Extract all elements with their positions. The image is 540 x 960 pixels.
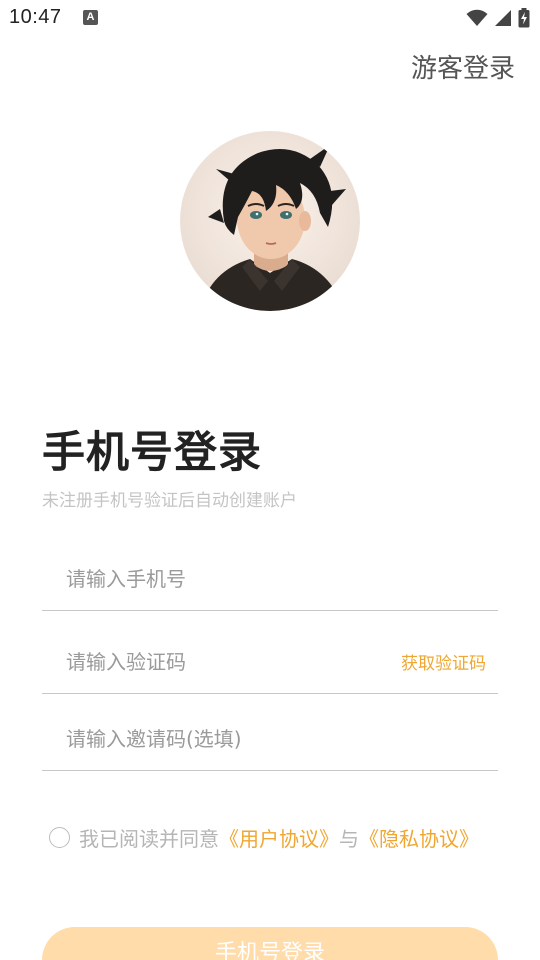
- avatar-illustration-icon: [180, 131, 360, 311]
- phone-field: [42, 550, 498, 611]
- notification-icon: A: [83, 10, 98, 25]
- battery-charging-icon: [518, 8, 530, 28]
- code-input[interactable]: [66, 633, 386, 691]
- page-title: 手机号登录: [42, 428, 262, 478]
- invite-field: [42, 710, 498, 771]
- agreement-prefix: 我已阅读并同意: [79, 827, 219, 851]
- page-subtitle: 未注册手机号验证后自动创建账户: [42, 491, 297, 511]
- invite-input[interactable]: [66, 710, 386, 768]
- user-agreement-link[interactable]: 《用户协议》: [219, 823, 339, 852]
- agreement-row: 我已阅读并同意 《用户协议》 与 《隐私协议》: [49, 823, 479, 852]
- status-bar: 10:47 A: [0, 0, 540, 36]
- guest-login-button[interactable]: 游客登录: [411, 48, 515, 85]
- phone-input[interactable]: [66, 550, 386, 608]
- signal-icon: [495, 10, 511, 26]
- avatar: [180, 131, 360, 311]
- wifi-icon: [466, 9, 488, 26]
- agreement-conjunction: 与: [339, 827, 359, 851]
- system-icons: [466, 7, 530, 29]
- login-screen: 10:47 A 游客登录 手机号登录 未注册手机号验证后自动创建账户 请输入手机…: [0, 0, 540, 960]
- code-field: 获取验证码: [42, 633, 498, 694]
- status-time: 10:47: [9, 6, 62, 28]
- get-code-button[interactable]: 获取验证码: [401, 649, 486, 674]
- phone-login-button[interactable]: 手机号登录: [42, 927, 498, 960]
- agreement-checkbox[interactable]: [49, 827, 70, 848]
- privacy-policy-link[interactable]: 《隐私协议》: [359, 823, 479, 852]
